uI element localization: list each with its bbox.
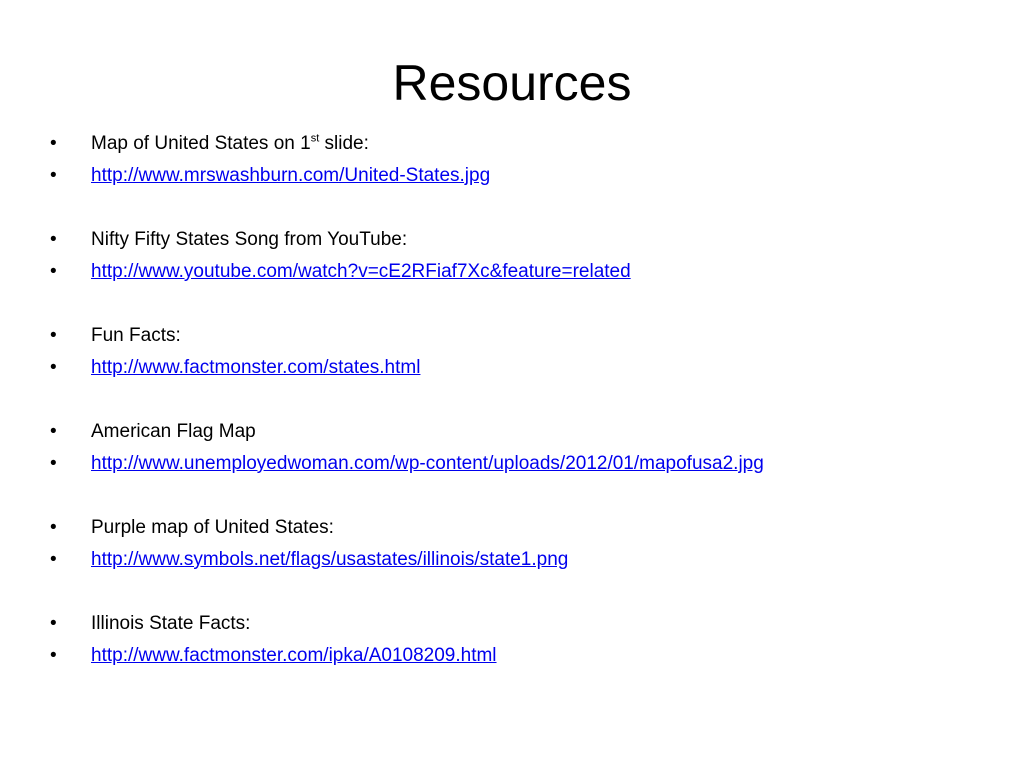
resource-link[interactable]: http://www.mrswashburn.com/United-States… [91, 160, 490, 192]
list-item-facts-link: • http://www.factmonster.com/states.html [50, 352, 980, 384]
list-item-text: Illinois State Facts: [91, 613, 251, 634]
list-item-text: American Flag Map [91, 421, 256, 442]
list-item-flag-link: • http://www.unemployedwoman.com/wp-cont… [50, 448, 980, 480]
list-item-song-label: • Nifty Fifty States Song from YouTube: [50, 224, 980, 256]
resource-link[interactable]: http://www.factmonster.com/ipka/A0108209… [91, 640, 497, 672]
resource-link[interactable]: http://www.symbols.net/flags/usastates/i… [91, 544, 568, 576]
bullet-icon: • [50, 325, 57, 346]
list-item-song-link: • http://www.youtube.com/watch?v=cE2RFia… [50, 256, 980, 288]
bullet-icon: • [50, 357, 57, 378]
bullet-icon: • [50, 517, 57, 538]
slide: Resources • Map of United States on 1st … [0, 0, 1024, 768]
bullet-icon: • [50, 421, 57, 442]
bullet-icon: • [50, 261, 57, 282]
list-item-flag-label: • American Flag Map [50, 416, 980, 448]
list-item-text: Nifty Fifty States Song from YouTube: [91, 229, 408, 250]
list-item-text: Fun Facts: [91, 325, 181, 346]
list-item-illinois-link: • http://www.factmonster.com/ipka/A01082… [50, 640, 980, 672]
list-item-text: Purple map of United States: [91, 517, 334, 538]
list-item-text: Map of United States on 1st slide: [91, 128, 369, 160]
slide-title: Resources [392, 55, 632, 111]
text-part: slide: [319, 133, 369, 154]
list-item-purple-map-label: • Purple map of United States: [50, 512, 980, 544]
resource-list: • Map of United States on 1st slide: • h… [50, 128, 980, 672]
bullet-icon: • [50, 453, 57, 474]
list-item-map-label: • Map of United States on 1st slide: [50, 128, 980, 160]
list-item-illinois-label: • Illinois State Facts: [50, 608, 980, 640]
bullet-icon: • [50, 229, 57, 250]
bullet-icon: • [50, 165, 57, 186]
text-part: Map of United States on 1 [91, 133, 311, 154]
bullet-icon: • [50, 133, 57, 154]
bullet-icon: • [50, 645, 57, 666]
resource-link[interactable]: http://www.factmonster.com/states.html [91, 352, 420, 384]
bullet-icon: • [50, 613, 57, 634]
bullet-icon: • [50, 549, 57, 570]
resource-link[interactable]: http://www.youtube.com/watch?v=cE2RFiaf7… [91, 256, 631, 288]
list-item-facts-label: • Fun Facts: [50, 320, 980, 352]
list-item-map-link: • http://www.mrswashburn.com/United-Stat… [50, 160, 980, 192]
superscript: st [310, 132, 320, 145]
resource-link[interactable]: http://www.unemployedwoman.com/wp-conten… [91, 448, 764, 480]
list-item-purple-map-link: • http://www.symbols.net/flags/usastates… [50, 544, 980, 576]
